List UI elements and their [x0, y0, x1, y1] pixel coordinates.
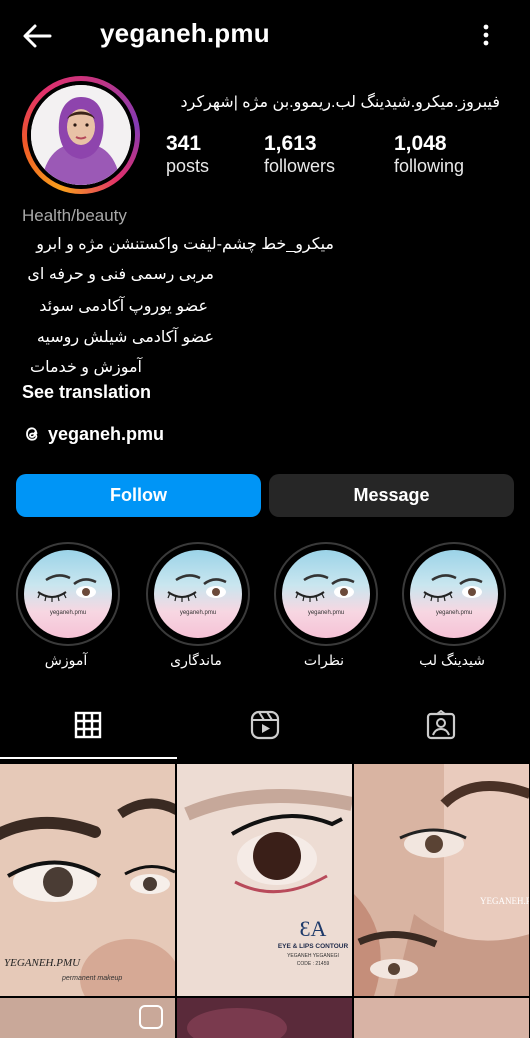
stat-following-label: following: [394, 156, 465, 176]
highlight-cover: yeganeh.pmu: [410, 550, 498, 638]
bio-line: میکرو_خط چشم-لیفت واکستنشن مژه و ابرو: [36, 236, 334, 253]
stat-posts[interactable]: 341 posts: [166, 132, 209, 177]
bio-line: مربی رسمی فنی و حرفه ای: [27, 266, 214, 283]
post-brand-name: YEGANEH YEGANEGI: [287, 953, 339, 959]
profile-tabs: [0, 700, 530, 760]
highlight-ring: yeganeh.pmu: [274, 542, 378, 646]
active-tab-indicator: [0, 757, 177, 759]
stat-following-value: 1,048: [394, 132, 447, 155]
bio-line: عضو یوروپ آکادمی سوئد: [39, 298, 208, 315]
profile-category: Health/beauty: [22, 206, 127, 225]
tagged-icon[interactable]: [426, 710, 456, 740]
profile-headline: فیبروز.میکرو.شیدینگ لب.ریموو.بن مژه |شهر…: [180, 94, 500, 111]
avatar[interactable]: [31, 85, 131, 185]
stat-posts-label: posts: [166, 156, 210, 176]
stat-followers[interactable]: 1,613 followers: [264, 132, 335, 177]
stat-followers-value: 1,613: [264, 132, 317, 155]
highlight-label: نظرات: [303, 652, 345, 668]
post-subtitle: permanent makeup: [61, 975, 122, 982]
highlight-ring: yeganeh.pmu: [16, 542, 120, 646]
highlight-label: ماندگاری: [170, 652, 222, 668]
brand-logo-mark: ƐA: [300, 916, 327, 941]
post-watermark: YEGANEH.PMU: [480, 896, 529, 906]
highlight-cover: yeganeh.pmu: [24, 550, 112, 638]
threads-icon[interactable]: [22, 424, 42, 444]
post-brand: EYE & LIPS CONTOUR: [278, 943, 349, 950]
highlight-cover: yeganeh.pmu: [154, 550, 242, 638]
post-brand-code: CODE : 21459: [297, 961, 330, 967]
post-thumbnail[interactable]: ƐA EYE & LIPS CONTOUR YEGANEH YEGANEGI C…: [177, 764, 352, 996]
highlight-ring: yeganeh.pmu: [402, 542, 506, 646]
profile-username: yeganeh.pmu: [100, 18, 270, 48]
post-thumbnail[interactable]: [354, 998, 529, 1038]
follow-button[interactable]: Follow: [16, 474, 261, 517]
stat-following[interactable]: 1,048 following: [394, 132, 464, 177]
post-thumbnail[interactable]: [177, 998, 352, 1038]
see-translation-link[interactable]: See translation: [22, 382, 151, 403]
highlight-cover: yeganeh.pmu: [282, 550, 370, 638]
eye-lashes-icon: yeganeh.pmu: [37, 574, 97, 616]
eye-lashes-icon: yeganeh.pmu: [423, 574, 483, 616]
highlight-caption: yeganeh.pmu: [308, 610, 344, 616]
threads-link[interactable]: yeganeh.pmu: [48, 424, 164, 445]
post-image: ƐA EYE & LIPS CONTOUR YEGANEH YEGANEGI C…: [177, 764, 352, 996]
post-image: YEGANEH.PMU: [354, 764, 529, 996]
top-bar: yeganeh.pmu: [0, 0, 530, 70]
eye-lashes-icon: yeganeh.pmu: [167, 574, 227, 616]
highlight-item[interactable]: yeganeh.pmu: [146, 542, 250, 646]
avatar-portrait: [31, 85, 131, 185]
highlight-caption: yeganeh.pmu: [436, 610, 472, 616]
post-image: [0, 998, 175, 1038]
highlight-item[interactable]: yeganeh.pmu: [402, 542, 506, 646]
post-thumbnail[interactable]: [0, 998, 175, 1038]
post-image: [177, 998, 352, 1038]
highlight-item[interactable]: yeganeh.pmu: [16, 542, 120, 646]
post-watermark: YEGANEH.PMU: [4, 957, 81, 969]
highlight-label: شیدینگ لب: [419, 652, 485, 668]
highlight-ring: yeganeh.pmu: [146, 542, 250, 646]
post-image: [354, 998, 529, 1038]
stat-posts-value: 341: [166, 132, 202, 155]
highlight-caption: yeganeh.pmu: [180, 610, 216, 616]
post-image: YEGANEH.PMU permanent makeup: [0, 764, 175, 996]
reels-icon[interactable]: [250, 710, 280, 740]
grid-icon[interactable]: [74, 710, 102, 740]
stat-followers-label: followers: [264, 156, 336, 176]
post-thumbnail[interactable]: YEGANEH.PMU permanent makeup: [0, 764, 175, 996]
post-thumbnail[interactable]: YEGANEH.PMU: [354, 764, 529, 996]
bio-line: آموزش و خدمات: [30, 359, 142, 376]
eye-lashes-icon: yeganeh.pmu: [295, 574, 355, 616]
highlight-label: آموزش: [44, 652, 88, 668]
bio-line: عضو آکادمی شیلش روسیه: [36, 329, 214, 346]
highlight-item[interactable]: yeganeh.pmu: [274, 542, 378, 646]
highlight-caption: yeganeh.pmu: [50, 610, 86, 616]
arrow-left-icon[interactable]: [20, 18, 56, 54]
message-button[interactable]: Message: [269, 474, 514, 517]
more-vertical-icon[interactable]: [476, 20, 496, 50]
